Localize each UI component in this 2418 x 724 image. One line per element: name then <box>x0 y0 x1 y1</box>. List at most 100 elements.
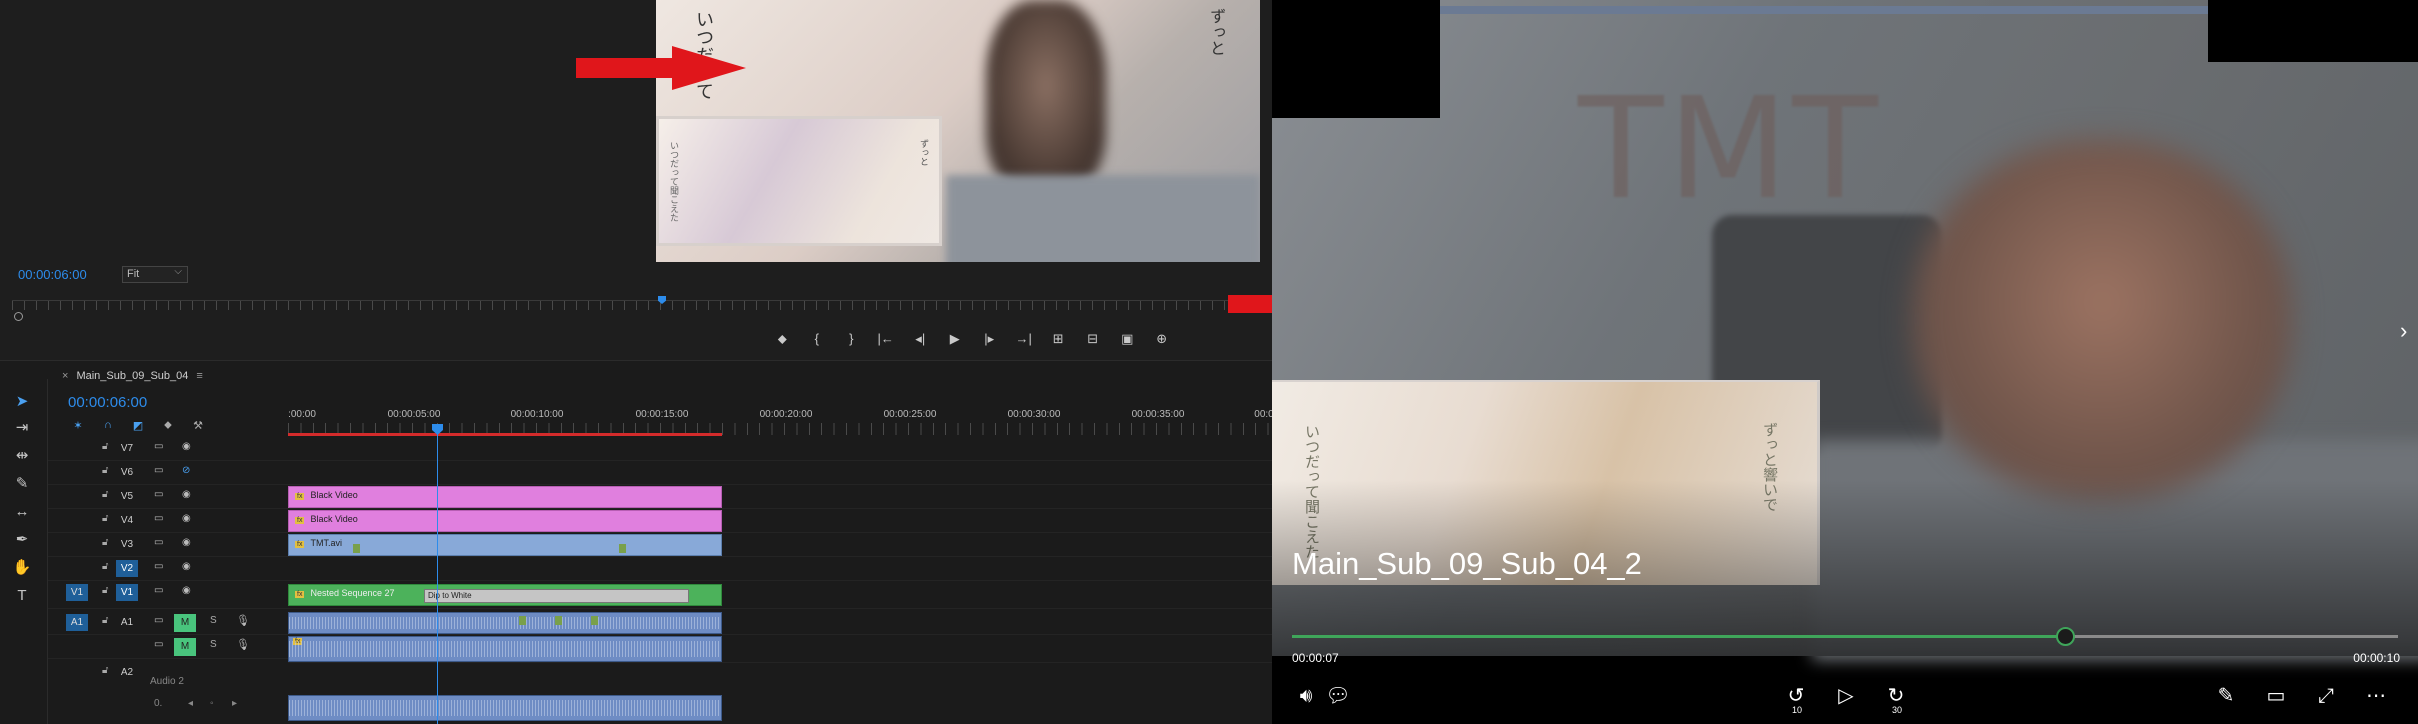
seek-bar[interactable] <box>1292 627 2398 646</box>
mute-button[interactable]: M <box>174 638 196 656</box>
lock-icon[interactable]: 🔓︎ <box>102 465 108 476</box>
track-name[interactable]: V2 <box>116 560 138 577</box>
mute-button[interactable]: M <box>174 614 196 632</box>
clip-marker[interactable] <box>353 544 360 553</box>
zoom-select[interactable]: Fit <box>122 266 188 283</box>
eye-icon[interactable]: ◉ <box>182 489 191 500</box>
mini-view-icon[interactable]: ▭ <box>2260 681 2292 711</box>
clip-marker[interactable] <box>619 544 626 553</box>
skip-back-10-icon[interactable]: ↺ 10 <box>1780 681 1812 715</box>
sync-lock-icon[interactable]: ▭ <box>154 537 163 548</box>
export-frame-icon[interactable]: ▣ <box>1110 330 1145 348</box>
overwrite-icon[interactable]: ⊟ <box>1076 330 1111 348</box>
subtitles-icon[interactable]: 💬︎ <box>1322 681 1354 711</box>
clip-tmt-v3[interactable]: fx TMT.avi <box>288 534 722 556</box>
program-timecode[interactable]: 00:00:06:00 <box>18 267 87 282</box>
go-to-in-icon[interactable]: |← <box>869 330 904 348</box>
mark-in-icon[interactable]: { <box>800 330 835 348</box>
more-options-icon[interactable]: ⋯ <box>2360 681 2392 711</box>
sync-lock-icon[interactable]: ▭ <box>154 639 163 650</box>
clip-marker[interactable] <box>555 616 562 625</box>
sequence-tab[interactable]: × Main_Sub_09_Sub_04 ≡ <box>62 370 203 382</box>
eye-icon[interactable]: ◉ <box>182 537 191 548</box>
skip-forward-30-icon[interactable]: ↻ 30 <box>1880 681 1912 715</box>
marker-icon[interactable]: ⬥ <box>765 330 800 348</box>
clip-nested-sequence-v1[interactable]: fx Nested Sequence 27 Dip to White <box>288 584 722 606</box>
clip-marker[interactable] <box>591 616 598 625</box>
insert-icon[interactable]: ⊞ <box>1041 330 1076 348</box>
sync-lock-icon[interactable]: ▭ <box>154 489 163 500</box>
source-patch-a1[interactable]: A1 <box>66 614 88 631</box>
lock-icon[interactable]: 🔓︎ <box>102 665 108 676</box>
selection-tool-icon[interactable]: ➤ <box>10 391 34 413</box>
step-forward-icon[interactable]: |▸ <box>972 330 1007 348</box>
nest-icon[interactable]: ✶ <box>70 419 86 433</box>
mark-out-icon[interactable]: } <box>834 330 869 348</box>
type-tool-icon[interactable]: T <box>10 585 34 607</box>
snap-icon[interactable]: ∩ <box>100 419 116 433</box>
solo-button[interactable]: S <box>210 615 217 626</box>
keyframe-add-icon[interactable]: ◦ <box>210 698 214 709</box>
lock-icon[interactable]: 🔓︎ <box>102 441 108 452</box>
eye-icon[interactable]: ◉ <box>182 561 191 572</box>
lock-icon[interactable]: 🔓︎ <box>102 561 108 572</box>
edit-pencil-icon[interactable]: ✎ <box>2210 681 2242 711</box>
eye-icon[interactable]: ◉ <box>182 513 191 524</box>
audio-clip-a2[interactable] <box>288 695 722 721</box>
step-back-icon[interactable]: ◂| <box>903 330 938 348</box>
panel-menu-icon[interactable]: ≡ <box>196 370 202 382</box>
slip-icon[interactable]: ↔ <box>10 501 34 523</box>
close-icon[interactable]: × <box>62 370 68 382</box>
volume-icon[interactable]: 🔊︎ <box>1290 681 1322 711</box>
track-name[interactable]: V7 <box>116 440 138 457</box>
go-to-out-icon[interactable]: →| <box>1007 330 1042 348</box>
audio-clip-a1[interactable] <box>288 612 722 634</box>
track-name[interactable]: V6 <box>116 464 138 481</box>
clip-black-video-v5[interactable]: fx Black Video <box>288 486 722 508</box>
next-chevron-icon[interactable]: › <box>2400 318 2418 348</box>
eye-icon[interactable]: ◉ <box>182 585 191 596</box>
add-marker-icon[interactable]: ⬥ <box>160 419 176 433</box>
timeline-timecode[interactable]: 00:00:06:00 <box>68 394 147 411</box>
solo-button[interactable]: S <box>210 639 217 650</box>
linked-selection-icon[interactable]: ◩ <box>130 419 146 433</box>
source-patch-v1[interactable]: V1 <box>66 584 88 601</box>
sync-lock-icon[interactable]: ▭ <box>154 561 163 572</box>
fullscreen-icon[interactable]: ⤢ <box>2310 681 2342 711</box>
track-select-icon[interactable]: ⇥ <box>10 417 34 439</box>
track-name[interactable]: V1 <box>116 584 138 601</box>
mic-icon[interactable]: 🎙︎ <box>236 614 250 627</box>
audio2-volume[interactable]: 0. <box>154 698 162 709</box>
sync-lock-icon[interactable]: ▭ <box>154 441 163 452</box>
keyframe-next-icon[interactable]: ▸ <box>232 698 237 709</box>
clip-black-video-v4[interactable]: fx Black Video <box>288 510 722 532</box>
work-area-bar[interactable] <box>288 433 722 436</box>
track-name[interactable]: V5 <box>116 488 138 505</box>
transition-dip-to-white[interactable]: Dip to White <box>424 589 689 603</box>
track-name[interactable]: A1 <box>116 614 138 631</box>
ripple-edit-icon[interactable]: ⇹ <box>10 445 34 467</box>
sync-lock-icon[interactable]: ▭ <box>154 615 163 626</box>
button-editor-icon[interactable]: ⊕ <box>1145 330 1180 348</box>
lock-icon[interactable]: 🔓︎ <box>102 615 108 626</box>
lock-icon[interactable]: 🔓︎ <box>102 513 108 524</box>
sync-lock-icon[interactable]: ▭ <box>154 465 163 476</box>
lock-icon[interactable]: 🔓︎ <box>102 489 108 500</box>
settings-wrench-icon[interactable]: ⚒ <box>190 419 206 433</box>
mic-icon[interactable]: 🎙︎ <box>236 638 250 651</box>
play-icon[interactable]: ▷ <box>1830 681 1862 711</box>
lock-icon[interactable]: 🔓︎ <box>102 585 108 596</box>
sync-lock-icon[interactable]: ▭ <box>154 585 163 596</box>
play-icon[interactable]: ▶ <box>938 330 973 348</box>
sync-lock-icon[interactable]: ▭ <box>154 513 163 524</box>
program-scrub-bar[interactable] <box>12 300 1262 310</box>
track-name[interactable]: V4 <box>116 512 138 529</box>
eye-hidden-icon[interactable]: ⊘ <box>182 465 190 476</box>
clip-marker[interactable] <box>519 616 526 625</box>
audio-clip-a1b[interactable]: fx <box>288 636 722 662</box>
track-name[interactable]: V3 <box>116 536 138 553</box>
track-name[interactable]: A2 <box>116 664 138 681</box>
razor-icon[interactable]: ✎ <box>10 473 34 495</box>
keyframe-prev-icon[interactable]: ◂ <box>188 698 193 709</box>
hand-icon[interactable]: ✋ <box>10 557 34 579</box>
